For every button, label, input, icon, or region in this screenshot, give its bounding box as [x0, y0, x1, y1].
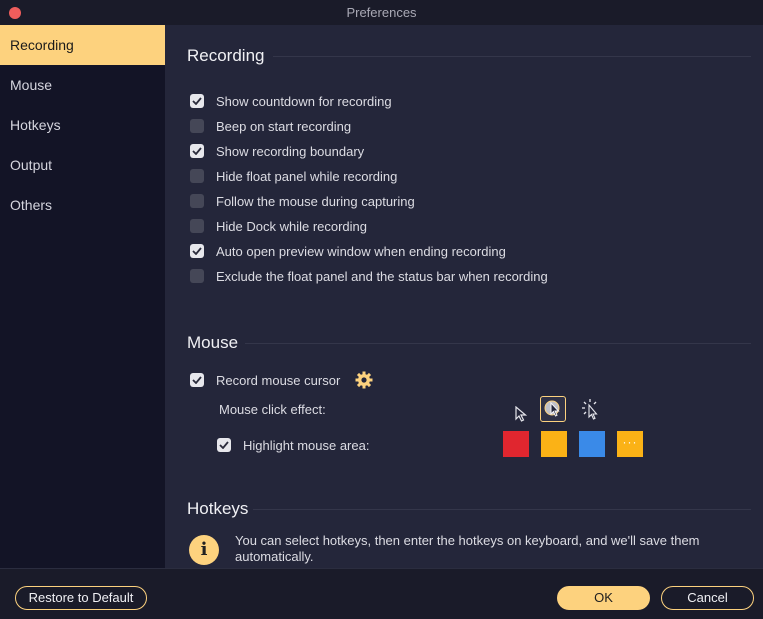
checkbox[interactable] — [190, 269, 204, 283]
recording-section-title: Recording — [187, 46, 265, 65]
highlight-label: Highlight mouse area: — [243, 437, 370, 453]
click-effect-label: Mouse click effect: — [219, 402, 326, 417]
cursor-circle-icon[interactable] — [540, 396, 566, 422]
option-row[interactable]: Follow the mouse during capturing — [190, 192, 415, 210]
section-divider — [245, 343, 751, 344]
sidebar-item-mouse[interactable]: Mouse — [0, 65, 165, 105]
option-label: Beep on start recording — [216, 118, 352, 134]
restore-default-button[interactable]: Restore to Default — [15, 586, 147, 610]
cursor-burst-icon[interactable] — [579, 396, 605, 422]
title-bar: Preferences — [0, 0, 763, 25]
option-row[interactable]: Exclude the float panel and the status b… — [190, 267, 548, 285]
option-label: Show recording boundary — [216, 143, 365, 159]
section-divider — [253, 509, 751, 510]
footer-bar: Restore to Default OK Cancel — [0, 568, 763, 619]
checkbox[interactable] — [190, 219, 204, 233]
hotkeys-info-text: You can select hotkeys, then enter the h… — [235, 533, 700, 564]
highlight-color-red[interactable] — [503, 431, 529, 457]
highlight-color-yellow[interactable] — [541, 431, 567, 457]
cancel-button[interactable]: Cancel — [661, 586, 754, 610]
section-divider — [273, 56, 751, 57]
window-title: Preferences — [346, 5, 417, 20]
sidebar-item-recording[interactable]: Recording — [0, 25, 165, 65]
checkbox[interactable] — [190, 244, 204, 258]
sidebar-item-hotkeys[interactable]: Hotkeys — [0, 105, 165, 145]
gear-icon[interactable] — [355, 371, 373, 389]
checkbox[interactable] — [190, 169, 204, 183]
ok-button[interactable]: OK — [557, 586, 650, 610]
checkbox[interactable] — [190, 194, 204, 208]
hotkeys-section-title: Hotkeys — [187, 499, 249, 518]
record-cursor-checkbox[interactable] — [190, 373, 204, 387]
highlight-row[interactable]: Highlight mouse area: — [217, 436, 369, 454]
record-cursor-row[interactable]: Record mouse cursor — [190, 371, 340, 389]
option-label: Exclude the float panel and the status b… — [216, 268, 548, 284]
cursor-plain-icon[interactable] — [508, 401, 534, 427]
checkbox[interactable] — [190, 94, 204, 108]
option-row[interactable]: Auto open preview window when ending rec… — [190, 242, 506, 260]
info-icon: i — [189, 535, 219, 565]
checkbox[interactable] — [190, 144, 204, 158]
option-label: Hide Dock while recording — [216, 218, 368, 234]
option-label: Auto open preview window when ending rec… — [216, 243, 506, 259]
sidebar-item-output[interactable]: Output — [0, 145, 165, 185]
option-label: Follow the mouse during capturing — [216, 193, 415, 209]
sidebar-item-others[interactable]: Others — [0, 185, 165, 225]
checkbox[interactable] — [190, 119, 204, 133]
option-label: Show countdown for recording — [216, 93, 392, 109]
highlight-color-blue[interactable] — [579, 431, 605, 457]
mouse-section-title: Mouse — [187, 333, 239, 352]
option-label: Hide float panel while recording — [216, 168, 398, 184]
settings-panel: Recording Show countdown for recording B… — [165, 25, 763, 568]
record-cursor-label: Record mouse cursor — [216, 372, 341, 388]
option-row[interactable]: Beep on start recording — [190, 117, 351, 135]
more-colors-button[interactable]: ··· — [617, 431, 643, 457]
sidebar: Recording Mouse Hotkeys Output Others — [0, 25, 165, 568]
highlight-checkbox[interactable] — [217, 438, 231, 452]
option-row[interactable]: Show recording boundary — [190, 142, 364, 160]
option-row[interactable]: Show countdown for recording — [190, 92, 392, 110]
option-row[interactable]: Hide Dock while recording — [190, 217, 367, 235]
option-row[interactable]: Hide float panel while recording — [190, 167, 397, 185]
